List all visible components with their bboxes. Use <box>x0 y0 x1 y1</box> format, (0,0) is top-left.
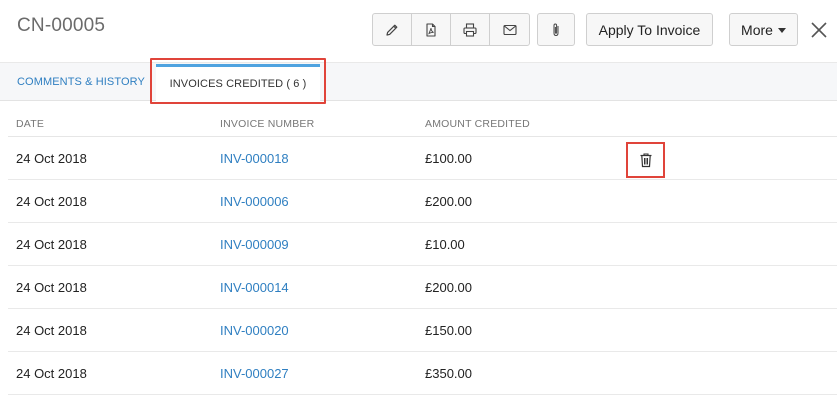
print-icon <box>463 22 477 37</box>
row-amount: £350.00 <box>425 366 472 381</box>
row-amount: £100.00 <box>425 151 472 166</box>
table-row: 24 Oct 2018 INV-000009 £10.00 <box>8 223 837 266</box>
table-row: 24 Oct 2018 INV-000006 £200.00 <box>8 180 837 223</box>
row-date: 24 Oct 2018 <box>16 237 87 252</box>
row-amount: £200.00 <box>425 194 472 209</box>
row-date: 24 Oct 2018 <box>16 323 87 338</box>
chevron-down-icon <box>777 28 786 33</box>
table-header-row: DATE INVOICE NUMBER AMOUNT CREDITED <box>8 108 837 137</box>
toolbar-button-group <box>372 13 530 46</box>
table-row: 24 Oct 2018 INV-000018 £100.00 <box>8 137 837 180</box>
row-invoice-link[interactable]: INV-000006 <box>220 194 289 209</box>
trash-icon <box>640 153 651 168</box>
table-row: 24 Oct 2018 INV-000027 £350.00 <box>8 352 837 395</box>
close-icon <box>811 22 827 38</box>
column-header-amount-credited: AMOUNT CREDITED <box>425 118 530 130</box>
column-header-date: DATE <box>16 118 45 130</box>
tab-invoices-credited[interactable]: INVOICES CREDITED ( 6 ) <box>156 64 320 101</box>
apply-to-invoice-label: Apply To Invoice <box>598 21 701 38</box>
print-button[interactable] <box>451 14 490 45</box>
close-button[interactable] <box>809 20 829 40</box>
row-invoice-link[interactable]: INV-000018 <box>220 151 289 166</box>
row-invoice-link[interactable]: INV-000009 <box>220 237 289 252</box>
tab-highlight-box: INVOICES CREDITED ( 6 ) <box>150 58 326 104</box>
email-icon <box>502 24 517 35</box>
detail-header: CN-00005 Apply To Invoice More <box>0 0 837 62</box>
pdf-icon <box>426 22 436 37</box>
row-date: 24 Oct 2018 <box>16 280 87 295</box>
row-date: 24 Oct 2018 <box>16 194 87 209</box>
row-invoice-link[interactable]: INV-000027 <box>220 366 289 381</box>
table-row: 24 Oct 2018 INV-000020 £150.00 <box>8 309 837 352</box>
delete-button[interactable] <box>626 142 665 178</box>
invoices-credited-table: DATE INVOICE NUMBER AMOUNT CREDITED 24 O… <box>8 108 837 395</box>
tab-comments-history[interactable]: COMMENTS & HISTORY <box>17 76 145 88</box>
row-invoice-link[interactable]: INV-000014 <box>220 280 289 295</box>
table-row: 24 Oct 2018 INV-000014 £200.00 <box>8 266 837 309</box>
row-invoice-link[interactable]: INV-000020 <box>220 323 289 338</box>
row-amount: £150.00 <box>425 323 472 338</box>
row-date: 24 Oct 2018 <box>16 366 87 381</box>
column-header-invoice-number: INVOICE NUMBER <box>220 118 315 130</box>
attachment-button[interactable] <box>537 13 575 46</box>
row-date: 24 Oct 2018 <box>16 151 87 166</box>
pdf-button[interactable] <box>412 14 451 45</box>
credit-note-number: CN-00005 <box>17 15 106 36</box>
row-amount: £200.00 <box>425 280 472 295</box>
more-dropdown-button[interactable]: More <box>729 13 798 46</box>
attachment-icon <box>553 22 559 36</box>
apply-to-invoice-button[interactable]: Apply To Invoice <box>586 13 713 46</box>
email-button[interactable] <box>490 14 529 45</box>
detail-tabs: COMMENTS & HISTORY INVOICES CREDITED ( 6… <box>0 58 837 104</box>
edit-button[interactable] <box>373 14 412 45</box>
edit-icon <box>386 24 398 36</box>
more-label: More <box>741 21 773 38</box>
row-amount: £10.00 <box>425 237 465 252</box>
